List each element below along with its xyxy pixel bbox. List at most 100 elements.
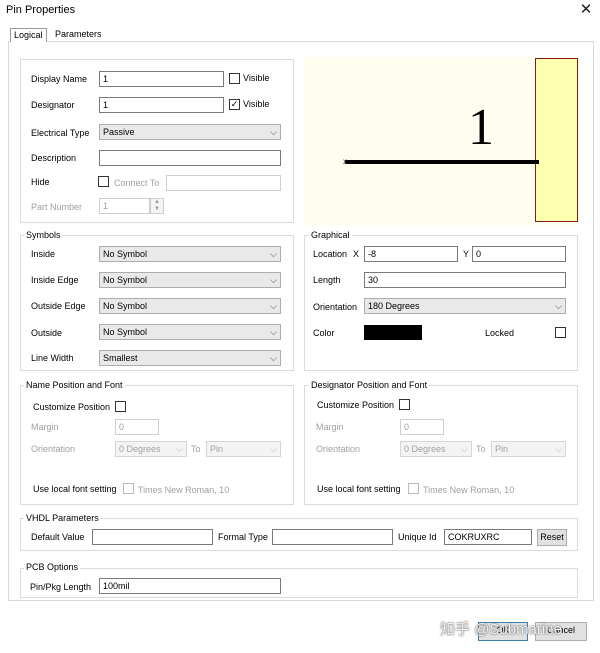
designator-margin-label: Margin bbox=[316, 422, 344, 432]
inside-edge-select[interactable]: No Symbol ⌵ bbox=[99, 272, 281, 288]
close-icon[interactable]: ✕ bbox=[578, 1, 594, 19]
locked-checkbox[interactable] bbox=[555, 327, 566, 338]
description-label: Description bbox=[31, 153, 77, 163]
tab-parameters[interactable]: Parameters bbox=[52, 28, 105, 42]
symbols-title: Symbols bbox=[24, 230, 63, 241]
length-input[interactable]: 30 bbox=[364, 272, 566, 288]
chevron-down-icon: ⌵ bbox=[270, 327, 277, 337]
formal-type-input[interactable] bbox=[272, 529, 393, 545]
chevron-down-icon: ⌵ bbox=[555, 444, 562, 454]
name-orientation-label: Orientation bbox=[31, 444, 76, 454]
name-orientation-value: 0 Degrees bbox=[119, 444, 161, 454]
location-y-label: Y bbox=[463, 249, 470, 259]
designator-customize-label: Customize Position bbox=[317, 400, 395, 410]
description-input[interactable] bbox=[99, 150, 281, 166]
orientation-select[interactable]: 180 Degrees ⌵ bbox=[364, 298, 566, 314]
name-customize-label: Customize Position bbox=[33, 402, 111, 412]
orientation-value: 180 Degrees bbox=[368, 301, 420, 311]
designator-margin-input[interactable]: 0 bbox=[400, 419, 444, 435]
name-to-value: Pin bbox=[210, 444, 224, 454]
display-name-input[interactable]: 1 bbox=[99, 71, 224, 87]
chevron-down-icon: ⌵ bbox=[461, 444, 468, 454]
designator-to-select[interactable]: Pin ⌵ bbox=[491, 441, 566, 457]
name-font-title: Name Position and Font bbox=[24, 380, 125, 391]
default-value-label: Default Value bbox=[31, 532, 85, 542]
pcb-options-title: PCB Options bbox=[24, 562, 81, 573]
name-font-value: Times New Roman, 10 bbox=[138, 485, 230, 495]
designator-visible-label: Visible bbox=[243, 99, 270, 109]
name-local-font-checkbox[interactable] bbox=[123, 483, 134, 494]
connect-to-label: Connect To bbox=[114, 178, 160, 188]
component-body bbox=[535, 58, 578, 222]
part-number-label: Part Number bbox=[31, 202, 83, 212]
designator-orientation-select[interactable]: 0 Degrees ⌵ bbox=[400, 441, 472, 457]
outside-edge-select[interactable]: No Symbol ⌵ bbox=[99, 298, 281, 314]
designator-font-title: Designator Position and Font bbox=[309, 380, 430, 391]
name-customize-checkbox[interactable] bbox=[115, 401, 126, 412]
color-swatch[interactable] bbox=[364, 325, 422, 340]
default-value-input[interactable] bbox=[92, 529, 213, 545]
chevron-down-icon: ⌵ bbox=[270, 249, 277, 259]
designator-orientation-label: Orientation bbox=[316, 444, 361, 454]
designator-label: Designator bbox=[31, 100, 75, 110]
formal-type-label: Formal Type bbox=[218, 532, 268, 542]
chevron-down-icon: ⌵ bbox=[270, 301, 277, 311]
chevron-down-icon: ⌵ bbox=[270, 127, 277, 137]
locked-label: Locked bbox=[485, 328, 515, 338]
pin-line bbox=[345, 160, 539, 164]
location-y-input[interactable]: 0 bbox=[472, 246, 566, 262]
reset-button[interactable]: Reset bbox=[537, 529, 567, 546]
chevron-down-icon: ⌵ bbox=[176, 444, 183, 454]
hide-checkbox[interactable] bbox=[98, 176, 109, 187]
preview-pin-number: 1 bbox=[468, 99, 494, 156]
designator-orientation-value: 0 Degrees bbox=[404, 444, 446, 454]
tab-logical-active[interactable]: Logical bbox=[10, 28, 47, 42]
connect-to-input[interactable] bbox=[166, 175, 281, 191]
outside-select[interactable]: No Symbol ⌵ bbox=[99, 324, 281, 340]
part-number-stepper[interactable]: ▲ ▼ bbox=[150, 198, 164, 214]
designator-local-font-checkbox[interactable] bbox=[408, 483, 419, 494]
designator-visible-checkbox[interactable]: ✓ bbox=[229, 99, 240, 110]
designator-customize-checkbox[interactable] bbox=[399, 399, 410, 410]
outside-label: Outside bbox=[31, 328, 63, 338]
location-x-label: X bbox=[353, 249, 360, 259]
designator-local-font-label: Use local font setting bbox=[317, 484, 401, 494]
hide-label: Hide bbox=[31, 177, 50, 187]
designator-input[interactable]: 1 bbox=[99, 97, 224, 113]
location-label: Location bbox=[313, 249, 348, 259]
designator-to-value: Pin bbox=[495, 444, 509, 454]
pkg-length-input[interactable]: 100mil bbox=[99, 578, 281, 594]
unique-id-label: Unique Id bbox=[398, 532, 437, 542]
outside-edge-label: Outside Edge bbox=[31, 301, 86, 311]
name-orientation-select[interactable]: 0 Degrees ⌵ bbox=[115, 441, 187, 457]
display-name-visible-label: Visible bbox=[243, 73, 270, 83]
electrical-type-select[interactable]: Passive ⌵ bbox=[99, 124, 281, 140]
pkg-length-label: Pin/Pkg Length bbox=[30, 582, 92, 592]
unique-id-input[interactable]: COKRUXRC bbox=[444, 529, 532, 545]
chevron-down-icon: ⌵ bbox=[270, 353, 277, 363]
designator-to-label: To bbox=[476, 444, 486, 454]
electrical-type-label: Electrical Type bbox=[31, 128, 90, 138]
name-margin-input[interactable]: 0 bbox=[115, 419, 159, 435]
inside-edge-label: Inside Edge bbox=[31, 275, 79, 285]
line-width-select[interactable]: Smallest ⌵ bbox=[99, 350, 281, 366]
length-label: Length bbox=[313, 275, 341, 285]
part-number-input[interactable]: 1 bbox=[99, 198, 150, 214]
name-to-label: To bbox=[191, 444, 201, 454]
orientation-label: Orientation bbox=[313, 302, 358, 312]
inside-select[interactable]: No Symbol ⌵ bbox=[99, 246, 281, 262]
chevron-down-icon: ⌵ bbox=[270, 444, 277, 454]
vhdl-title: VHDL Parameters bbox=[24, 513, 101, 524]
name-to-select[interactable]: Pin ⌵ bbox=[206, 441, 281, 457]
inside-value: No Symbol bbox=[103, 249, 148, 259]
graphical-title: Graphical bbox=[309, 230, 352, 241]
outside-edge-value: No Symbol bbox=[103, 301, 148, 311]
pin-end-marker: x bbox=[343, 157, 347, 166]
inside-label: Inside bbox=[31, 249, 56, 259]
chevron-down-icon: ⌵ bbox=[270, 275, 277, 285]
location-x-input[interactable]: -8 bbox=[364, 246, 458, 262]
display-name-visible-checkbox[interactable] bbox=[229, 73, 240, 84]
electrical-type-value: Passive bbox=[103, 127, 135, 137]
display-name-label: Display Name bbox=[31, 74, 88, 84]
color-label: Color bbox=[313, 328, 335, 338]
